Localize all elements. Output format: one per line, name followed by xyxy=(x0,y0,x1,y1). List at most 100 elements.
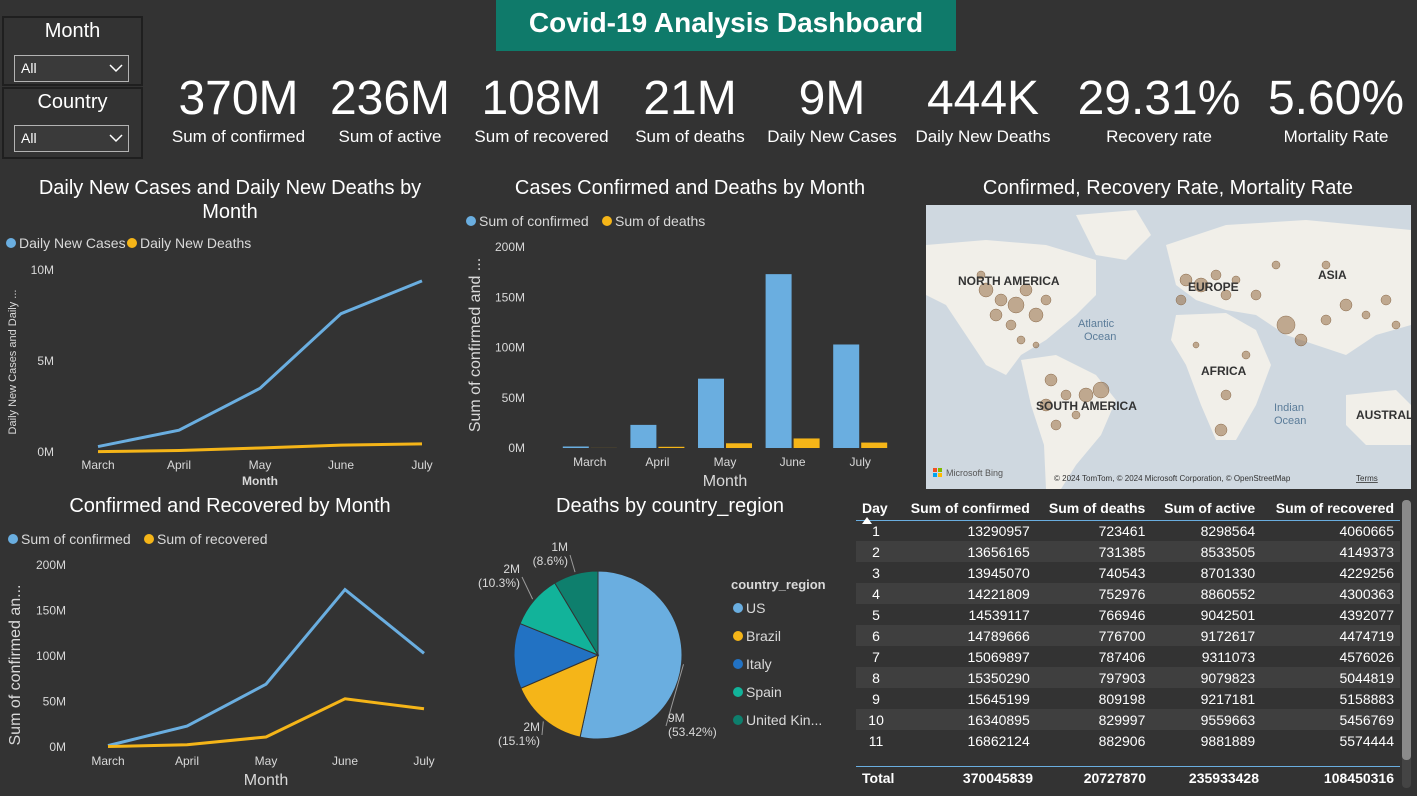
value-cell: 4576026 xyxy=(1339,648,1394,665)
scrollbar-thumb[interactable] xyxy=(1402,500,1411,760)
month-dropdown[interactable]: All xyxy=(14,55,129,82)
legend-label: Spain xyxy=(746,684,782,700)
table-row[interactable]: 11 16862124 882906 9881889 5574444 xyxy=(856,730,1400,751)
month-slicer-title: Month xyxy=(44,20,101,42)
y-tick-label: 5M xyxy=(37,354,54,368)
legend-label: United Kin... xyxy=(746,712,822,728)
column-header-active[interactable]: Sum of active xyxy=(1151,496,1261,520)
deaths-pie-chart-title: Deaths by country_region xyxy=(556,495,784,517)
table-row[interactable]: 7 15069897 787406 9311073 4576026 xyxy=(856,646,1400,667)
value-cell: 8298564 xyxy=(1200,522,1256,539)
legend-marker xyxy=(733,715,743,725)
table-row[interactable]: 4 14221809 752976 8860552 4300363 xyxy=(856,583,1400,604)
table-row[interactable]: 9 15645199 809198 9217181 5158883 xyxy=(856,688,1400,709)
day-cell: 8 xyxy=(856,667,897,688)
kpi-label: Daily New Deaths xyxy=(915,127,1051,146)
kpi-value: 444K xyxy=(926,72,1040,125)
x-tick-label: April xyxy=(167,458,191,472)
day-cell: 11 xyxy=(868,732,884,749)
legend-marker xyxy=(733,603,743,613)
column-header-recovered[interactable]: Sum of recovered xyxy=(1261,496,1400,520)
legend-marker xyxy=(733,631,743,641)
country-dropdown[interactable]: All xyxy=(14,125,129,152)
cases-deaths-bar-chart[interactable]: Sum of confirmed Sum of deaths 0M 50M 100M 15… xyxy=(460,205,915,490)
value-cell: 16340895 xyxy=(896,709,1036,730)
column-header-deaths[interactable]: Sum of deaths xyxy=(1036,496,1152,520)
day-cell: 5 xyxy=(872,606,880,623)
x-axis-title: Month xyxy=(242,474,278,488)
bar-sum-of-confirmed[interactable] xyxy=(833,344,860,448)
table-row[interactable]: 10 16340895 829997 9559663 5456769 xyxy=(856,709,1400,730)
bar-sum-of-deaths[interactable] xyxy=(793,438,820,448)
series-line-0[interactable] xyxy=(107,587,425,748)
map-label-australia: AUSTRAL xyxy=(1356,408,1411,422)
total-confirmed: 370045839 xyxy=(962,769,1033,786)
world-map[interactable]: NORTH AMERICA ASIA EUROPE Atlantic Ocean… xyxy=(926,205,1411,489)
value-cell: 14539117 xyxy=(968,606,1030,623)
bar-sum-of-deaths[interactable] xyxy=(861,442,888,448)
kpi-active: 236M Sum of active xyxy=(318,72,462,147)
kpi-label: Sum of confirmed xyxy=(171,127,306,146)
bar-sum-of-confirmed[interactable] xyxy=(630,424,657,448)
table-row[interactable]: 1 13290957 723461 8298564 4060665 xyxy=(856,520,1400,541)
kpi-value: 5.60% xyxy=(1267,72,1405,125)
slice-percent-label: (10.3%) xyxy=(478,576,520,590)
y-tick-label: 0M xyxy=(49,740,66,754)
map-terms-link[interactable]: Terms xyxy=(1356,474,1378,483)
chevron-down-icon xyxy=(109,64,123,73)
legend-label: Sum of confirmed xyxy=(21,531,131,547)
table-row[interactable]: 8 15350290 797903 9079823 5044819 xyxy=(856,667,1400,688)
x-tick-label: May xyxy=(714,455,737,469)
table-row[interactable]: 5 14539117 766946 9042501 4392077 xyxy=(856,604,1400,625)
map-attribution: © 2024 TomTom, © 2024 Microsoft Corporat… xyxy=(1054,474,1291,483)
value-cell: 15645199 xyxy=(967,690,1030,707)
value-cell: 9217181 xyxy=(1200,690,1256,707)
series-line-1[interactable] xyxy=(107,697,425,749)
y-tick-label: 10M xyxy=(31,263,54,277)
kpi-label: Sum of recovered xyxy=(474,127,609,146)
legend-marker xyxy=(6,238,16,248)
slice-percent-label: (15.1%) xyxy=(498,734,540,748)
daily-new-line-chart[interactable]: Daily New Cases Daily New Deaths 0M 5M 10M Ma… xyxy=(0,228,460,490)
value-cell: 9042501 xyxy=(1200,606,1256,623)
month-slicer: Month All xyxy=(2,16,143,86)
total-active: 235933428 xyxy=(1188,769,1259,786)
table-scrollbar[interactable] xyxy=(1402,500,1411,788)
legend-marker xyxy=(127,238,137,248)
table-total-row: Total 370045839 20727870 235933428 10845… xyxy=(856,766,1400,790)
table-row[interactable]: 3 13945070 740543 8701330 4229256 xyxy=(856,562,1400,583)
bar-sum-of-deaths[interactable] xyxy=(726,443,752,448)
slice-percent-label: (8.6%) xyxy=(533,554,568,568)
kpi-value: 236M xyxy=(329,72,451,125)
column-header-confirmed[interactable]: Sum of confirmed xyxy=(896,496,1036,520)
value-cell: 15069897 xyxy=(967,648,1030,665)
data-table[interactable]: Day Sum of confirmed Sum of deaths Sum o… xyxy=(856,496,1400,790)
legend-marker xyxy=(602,216,612,226)
legend-label: Daily New Deaths xyxy=(140,235,251,251)
bar-sum-of-confirmed[interactable] xyxy=(698,378,724,448)
bar-sum-of-deaths[interactable] xyxy=(658,446,685,448)
value-cell: 740543 xyxy=(1098,564,1146,581)
series-line-0[interactable] xyxy=(97,279,423,449)
y-tick-label: 50M xyxy=(43,695,66,709)
value-cell: 776700 xyxy=(1035,625,1152,646)
kpi-value: 21M xyxy=(643,72,737,125)
confirmed-recovered-line-chart[interactable]: Sum of confirmed Sum of recovered 0M 50M 100… xyxy=(0,525,460,793)
month-dropdown-value: All xyxy=(21,60,37,76)
series-line-1[interactable] xyxy=(97,442,423,454)
legend-label: Italy xyxy=(746,656,772,672)
y-tick-label: 50M xyxy=(502,391,525,405)
x-tick-label: July xyxy=(411,458,432,472)
value-cell: 14789666 xyxy=(896,625,1036,646)
deaths-pie-chart[interactable]: 9M(53.42%)2M(15.1%)2M(10.3%)1M(8.6%)coun… xyxy=(460,525,852,790)
bar-sum-of-confirmed[interactable] xyxy=(765,274,792,448)
table-row[interactable]: 2 13656165 731385 8533505 4149373 xyxy=(856,541,1400,562)
day-cell: 6 xyxy=(856,625,897,646)
value-cell: 4300363 xyxy=(1261,583,1400,604)
bar-sum-of-confirmed[interactable] xyxy=(562,446,589,448)
map-label-africa: AFRICA xyxy=(1201,364,1247,378)
table-row[interactable]: 6 14789666 776700 9172617 4474719 xyxy=(856,625,1400,646)
value-cell: 13290957 xyxy=(967,522,1030,539)
legend-marker xyxy=(8,534,18,544)
value-cell: 8701330 xyxy=(1200,564,1256,581)
